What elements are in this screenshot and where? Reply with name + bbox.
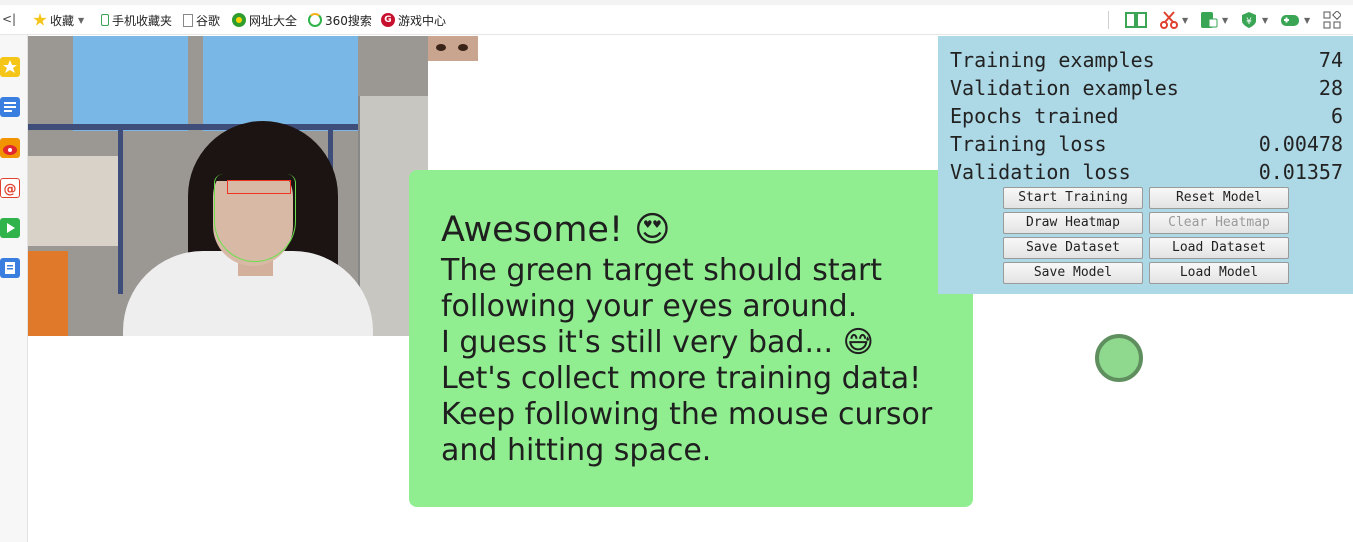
favorites-star-icon[interactable] (0, 57, 20, 77)
web-directory-icon (232, 13, 246, 27)
load-model-button[interactable]: Load Model (1149, 262, 1289, 284)
document-icon (183, 13, 193, 27)
load-dataset-button[interactable]: Load Dataset (1149, 237, 1289, 259)
bookmark-label: 谷歌 (196, 13, 221, 28)
stat-value: 6 (1330, 104, 1343, 128)
bookmark-game-center[interactable]: G 游戏中心 (381, 11, 446, 29)
instruction-card: Awesome! 😍 The green target should start… (409, 170, 973, 507)
toolbar-divider (1108, 11, 1109, 29)
stat-validation-examples: Validation examples 28 (950, 76, 1343, 104)
video-icon[interactable] (0, 218, 20, 238)
clear-heatmap-button[interactable]: Clear Heatmap (1149, 212, 1289, 234)
svg-text:¥: ¥ (1246, 17, 1252, 27)
bookmark-label: 360搜索 (325, 13, 372, 28)
stat-label: Training examples (950, 48, 1155, 72)
search-360-icon (308, 13, 322, 27)
news-icon[interactable] (0, 97, 20, 117)
card-message: The green target should start following … (441, 253, 933, 468)
save-model-button[interactable]: Save Model (1003, 262, 1143, 284)
training-panel: Training examples 74 Validation examples… (938, 36, 1353, 294)
stat-training-examples: Training examples 74 (950, 48, 1343, 76)
card-title: Awesome! 😍 (441, 210, 671, 250)
collapse-button[interactable]: <| (2, 11, 16, 27)
stat-value: 0.00478 (1258, 132, 1343, 156)
stat-value: 74 (1318, 48, 1343, 72)
stat-value: 0.01357 (1258, 160, 1343, 184)
bookmarks-bar: <| 收藏 ▼ 手机收藏夹 谷歌 网址大全 360搜索 G 游戏中心 ▼ ▼ ¥… (0, 0, 1353, 35)
bookmark-label: 游戏中心 (398, 13, 447, 28)
stat-training-loss: Training loss 0.00478 (950, 132, 1343, 160)
phone-icon (101, 14, 109, 26)
eye-crop-preview (428, 36, 478, 61)
notes-icon[interactable] (0, 258, 20, 278)
gamepad-icon[interactable]: ▼ (1280, 10, 1310, 30)
bookmark-web-directory[interactable]: 网址大全 (232, 11, 297, 29)
stat-value: 28 (1318, 76, 1343, 100)
bookmark-google[interactable]: 谷歌 (183, 11, 220, 29)
bookmark-label: 网址大全 (249, 13, 298, 28)
chevron-down-icon: ▼ (78, 15, 85, 25)
mail-icon[interactable]: @ (0, 178, 20, 198)
window-top-strip (0, 0, 1353, 5)
reading-mode-icon[interactable] (1125, 10, 1147, 30)
stat-epochs-trained: Epochs trained 6 (950, 104, 1343, 132)
scissors-icon[interactable]: ▼ (1160, 10, 1188, 30)
browser-sidebar: @ (0, 35, 28, 542)
face-landmark-outline (214, 174, 296, 262)
start-training-button[interactable]: Start Training (1003, 187, 1143, 209)
save-dataset-button[interactable]: Save Dataset (1003, 237, 1143, 259)
payment-icon[interactable]: ¥ ▼ (1240, 10, 1268, 30)
stat-validation-loss: Validation loss 0.01357 (950, 160, 1343, 188)
stat-label: Epochs trained (950, 104, 1119, 128)
reset-model-button[interactable]: Reset Model (1149, 187, 1289, 209)
bookmark-label: 手机收藏夹 (112, 13, 173, 28)
stat-label: Training loss (950, 132, 1107, 156)
game-center-icon: G (381, 13, 395, 27)
grid-menu-icon[interactable] (1323, 10, 1341, 30)
weibo-icon[interactable] (0, 138, 20, 158)
bookmark-mobile-favorites[interactable]: 手机收藏夹 (101, 11, 172, 29)
gaze-target (1095, 334, 1143, 382)
bookmark-favorites[interactable]: 收藏 ▼ (33, 11, 84, 29)
star-icon (33, 13, 47, 26)
stat-label: Validation loss (950, 160, 1131, 184)
bookmark-label: 收藏 (50, 13, 75, 28)
draw-heatmap-button[interactable]: Draw Heatmap (1003, 212, 1143, 234)
svg-text:@: @ (4, 182, 17, 197)
translate-icon[interactable]: ▼ (1200, 10, 1228, 30)
bookmark-360-search[interactable]: 360搜索 (308, 11, 372, 29)
stat-label: Validation examples (950, 76, 1179, 100)
webcam-video (28, 36, 428, 336)
